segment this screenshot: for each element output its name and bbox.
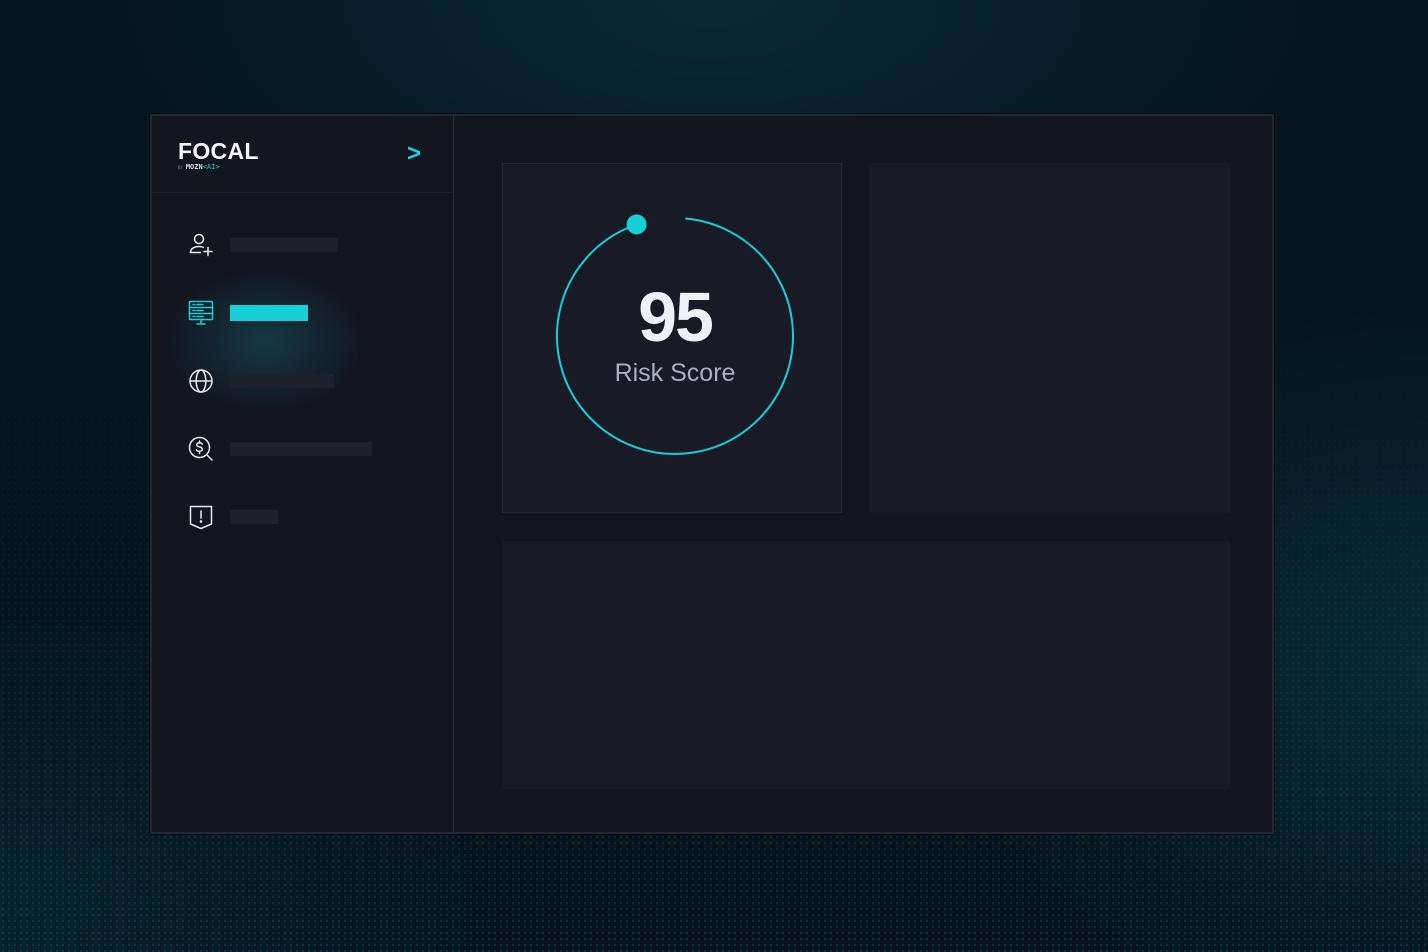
risk-score-card: 95 Risk Score <box>502 163 842 513</box>
focal-logo: FOCAL BY MOZN<AI> <box>178 140 259 172</box>
gauge-knob <box>626 214 647 235</box>
sidebar-item-add-user[interactable] <box>178 224 438 264</box>
placeholder-card-right <box>869 163 1230 513</box>
sidebar-item-label-placeholder <box>230 510 278 524</box>
sidebar-expand-button[interactable]: > <box>404 142 424 166</box>
globe-icon <box>188 368 214 394</box>
logo-byline: BY MOZN<AI> <box>178 163 220 171</box>
sidebar-item-transactions[interactable] <box>178 428 438 468</box>
sidebar-item-global[interactable] <box>178 360 438 400</box>
sidebar: FOCAL BY MOZN<AI> > <box>152 116 454 832</box>
user-plus-icon <box>188 232 214 258</box>
sidebar-item-label-placeholder <box>230 238 338 252</box>
sidebar-item-servers[interactable] <box>178 292 438 332</box>
risk-score-label: Risk Score <box>614 359 736 387</box>
sidebar-item-label-placeholder <box>230 374 334 388</box>
sidebar-header: FOCAL BY MOZN<AI> > <box>152 116 452 193</box>
dollar-search-icon <box>188 436 214 462</box>
sidebar-item-label-placeholder <box>230 442 372 456</box>
sidebar-item-label-active <box>230 305 308 321</box>
sidebar-item-alerts[interactable] <box>178 496 438 536</box>
risk-score-value: 95 <box>638 278 714 356</box>
server-monitor-icon <box>188 300 214 326</box>
app-window: FOCAL BY MOZN<AI> > 95 Risk Score <box>150 114 1274 834</box>
placeholder-card-bottom <box>502 541 1230 789</box>
alert-shield-icon <box>188 504 214 530</box>
logo-wordmark: FOCAL <box>178 138 259 164</box>
